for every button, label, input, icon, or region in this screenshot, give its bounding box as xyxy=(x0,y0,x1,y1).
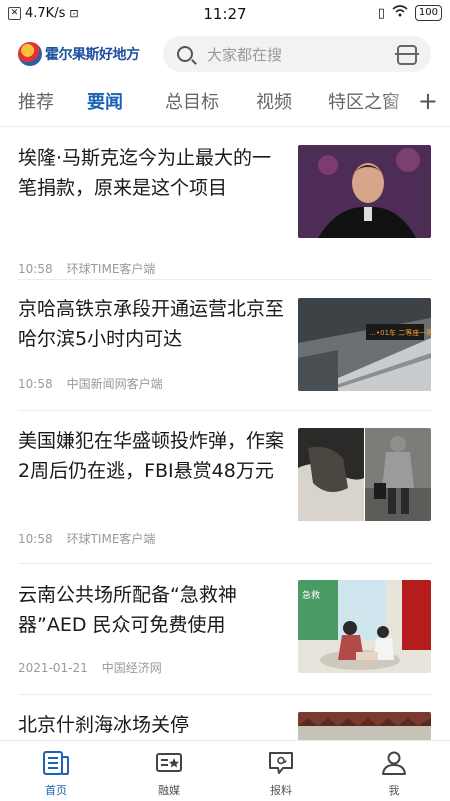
divider xyxy=(18,279,432,280)
category-tabs: 推荐 要闻 总目标 视频 特区之窗 + xyxy=(0,84,450,122)
tab-recommend[interactable]: 推荐 xyxy=(18,88,54,114)
list-item[interactable]: 埃隆·马斯克迄今为止最大的一笔捐款，原来是这个项目 10:58 环球TIME客户端 xyxy=(18,143,432,276)
report-chat-icon xyxy=(268,751,294,775)
search-input[interactable] xyxy=(205,36,389,74)
tab-video[interactable]: 视频 xyxy=(256,88,292,114)
article-thumbnail[interactable] xyxy=(298,712,431,740)
logo-text: 霍尔果斯好地方 xyxy=(45,47,140,63)
news-icon xyxy=(43,751,69,775)
wifi-icon xyxy=(392,5,408,21)
article-time: 10:58 xyxy=(18,262,53,276)
vibrate-icon: ▯ xyxy=(377,5,385,21)
status-right: ▯ 100 xyxy=(378,5,442,21)
article-source: 中国经济网 xyxy=(101,661,162,675)
poster-text: 急救 xyxy=(302,589,320,601)
list-item[interactable]: 美国嫌犯在华盛顿投炸弹，作案2周后仍在逃，FBI悬赏48万元 10:58 环球TI… xyxy=(18,426,432,556)
battery-icon: 100 xyxy=(414,5,442,21)
nav-report[interactable]: 报料 xyxy=(241,741,321,801)
article-title[interactable]: 云南公共场所配备“急救神器”AED 民众可免费使用 xyxy=(18,580,286,640)
nav-label: 我 xyxy=(388,784,400,797)
article-title[interactable]: 京哈高铁京承段开通运营北京至哈尔滨5小时内可达 xyxy=(18,294,286,354)
nav-me[interactable]: 我 xyxy=(354,741,434,801)
app-logo[interactable]: 霍尔果斯好地方 xyxy=(18,42,140,66)
article-title[interactable]: 北京什刹海冰场关停 xyxy=(18,710,286,740)
article-meta: 10:58 环球TIME客户端 xyxy=(18,260,155,277)
divider xyxy=(18,410,432,411)
article-meta: 10:58 中国新闻网客户端 xyxy=(18,375,163,392)
media-card-icon xyxy=(156,751,182,775)
article-thumbnail[interactable] xyxy=(298,145,431,238)
scan-icon[interactable] xyxy=(395,45,419,65)
divider xyxy=(18,563,432,564)
nav-label: 融媒 xyxy=(158,784,180,797)
article-source: 环球TIME客户端 xyxy=(66,262,156,276)
article-thumbnail[interactable] xyxy=(298,428,431,521)
add-tab-icon[interactable]: + xyxy=(418,86,438,116)
article-time: 10:58 xyxy=(18,532,53,546)
status-bar: ✕ 4.7K/s ⊡ 11:27 ▯ 100 xyxy=(0,0,450,28)
article-source: 环球TIME客户端 xyxy=(66,532,156,546)
logo-emblem-icon xyxy=(18,42,42,66)
divider xyxy=(0,126,450,127)
search-bar[interactable] xyxy=(163,36,431,74)
list-item[interactable]: 云南公共场所配备“急救神器”AED 民众可免费使用 2021-01-21 中国经济… xyxy=(18,580,432,695)
article-meta: 10:58 环球TIME客户端 xyxy=(18,530,155,547)
article-meta: 2021-01-21 中国经济网 xyxy=(18,659,162,676)
person-icon xyxy=(381,751,407,775)
article-thumbnail[interactable]: 急救 xyxy=(298,580,431,673)
list-item[interactable]: 北京什刹海冰场关停 xyxy=(18,710,432,740)
article-title[interactable]: 埃隆·马斯克迄今为止最大的一笔捐款，原来是这个项目 xyxy=(18,143,286,203)
tab-goals[interactable]: 总目标 xyxy=(165,88,219,114)
nav-label: 报料 xyxy=(270,784,292,797)
article-time: 2021-01-21 xyxy=(18,661,88,675)
nav-label: 首页 xyxy=(45,784,67,797)
article-thumbnail[interactable]: …•01车 二等座一等座 xyxy=(298,298,431,391)
article-title[interactable]: 美国嫌犯在华盛顿投炸弹，作案2周后仍在逃，FBI悬赏48万元 xyxy=(18,426,286,486)
nav-media[interactable]: 融媒 xyxy=(129,741,209,801)
search-icon xyxy=(177,46,193,62)
news-feed[interactable]: 埃隆·马斯克迄今为止最大的一笔捐款，原来是这个项目 10:58 环球TIME客户端… xyxy=(0,128,450,740)
app-header: 霍尔果斯好地方 xyxy=(0,34,450,76)
list-item[interactable]: 京哈高铁京承段开通运营北京至哈尔滨5小时内可达 10:58 中国新闻网客户端 …•… xyxy=(18,294,432,404)
divider xyxy=(18,694,432,695)
article-source: 中国新闻网客户端 xyxy=(66,377,163,391)
nav-home[interactable]: 首页 xyxy=(16,741,96,801)
tab-headlines[interactable]: 要闻 xyxy=(87,88,123,114)
bottom-nav: 首页 融媒 报料 我 xyxy=(0,740,450,801)
article-time: 10:58 xyxy=(18,377,53,391)
train-display-text: …•01车 二等座一等座 xyxy=(369,328,431,337)
